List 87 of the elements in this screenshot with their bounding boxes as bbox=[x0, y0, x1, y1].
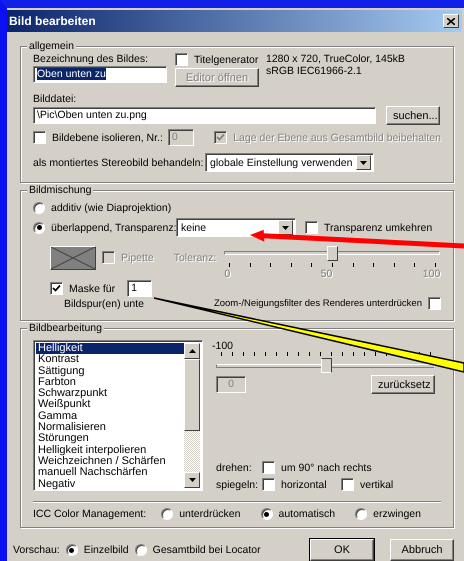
radio-label: überlappend, Transparenz: bbox=[51, 222, 177, 234]
blend-mode-radio[interactable] bbox=[33, 202, 45, 214]
radio-label: erzwingen bbox=[373, 508, 421, 520]
image-info-text: sRGB IEC61966-2.1 bbox=[266, 65, 363, 77]
checkbox-label: Bildebene isolieren, Nr.: bbox=[52, 132, 163, 144]
checkmark-icon bbox=[216, 133, 226, 142]
slider-track[interactable] bbox=[224, 246, 440, 261]
list-item[interactable]: Helligkeit interpolieren bbox=[36, 444, 184, 456]
group-label: allgemein bbox=[27, 40, 76, 52]
radio-label: Gesamtbild bei Locator bbox=[152, 544, 261, 556]
list-item[interactable]: Farbton bbox=[36, 376, 184, 388]
checkmark-icon bbox=[52, 284, 61, 293]
checkbox-label: um 90° nach rechts bbox=[281, 462, 372, 474]
radio-label: additiv (wie Diaprojektion) bbox=[51, 202, 172, 214]
radio-label: automatisch bbox=[278, 508, 336, 520]
mirror-checkbox[interactable] bbox=[262, 478, 275, 491]
window-title: Bild bearbeiten bbox=[9, 15, 96, 27]
invert-transparency-checkbox[interactable] bbox=[305, 221, 318, 234]
close-icon bbox=[447, 18, 455, 24]
dialog-button[interactable]: Abbruch bbox=[390, 539, 454, 561]
radio-label: unterdrücken bbox=[179, 508, 240, 520]
checkbox-label: vertikal bbox=[360, 478, 394, 490]
list-item[interactable]: Gamma bbox=[36, 410, 184, 422]
close-button[interactable] bbox=[443, 14, 459, 28]
list-item[interactable]: Normalisieren bbox=[36, 422, 184, 434]
field-label: ICC Color Management: bbox=[33, 508, 148, 520]
checkbox-label: Maske für bbox=[69, 282, 116, 294]
mask-checkbox[interactable] bbox=[50, 282, 63, 295]
dropdown-arrow-icon bbox=[282, 226, 289, 230]
reset-button[interactable]: zurücksetz bbox=[371, 375, 435, 394]
list-item[interactable]: Schwarzpunkt bbox=[36, 388, 184, 400]
rotate-checkbox[interactable] bbox=[262, 461, 275, 474]
mirror-checkbox[interactable] bbox=[341, 478, 354, 491]
group-label: Bildbearbeitung bbox=[27, 322, 104, 334]
field-label: Bilddatei: bbox=[33, 93, 78, 105]
icc-radio[interactable] bbox=[355, 508, 368, 520]
checkbox-label: Titelgenerator bbox=[194, 54, 258, 66]
list-item[interactable]: Weichzeichnen / Schärfen bbox=[36, 456, 184, 468]
image-info-text: 1280 x 720, TrueColor, 145kB bbox=[266, 53, 405, 65]
checkbox-label: Transparenz umkehren bbox=[324, 222, 432, 234]
scrollbar[interactable] bbox=[184, 343, 200, 488]
zoom-filter-checkbox[interactable] bbox=[428, 297, 441, 310]
preview-radio[interactable] bbox=[134, 544, 147, 556]
slider-track[interactable] bbox=[216, 358, 435, 373]
browse-button[interactable]: suchen... bbox=[386, 106, 440, 125]
field-label: als montiertes Stereobild behandeln: bbox=[33, 156, 204, 168]
checkbox-label: Pipette bbox=[121, 252, 154, 264]
adjustment-list[interactable]: Helligkeit Kontrast Sättigung Farbton Schwarzpunkt Weißpunkt Gamma Normalisieren Störungen Helligkeit interpolieren Weichzeichnen / Schärfen manuell Nachschärfen Negativ bbox=[33, 340, 203, 491]
isolate-layer-checkbox[interactable] bbox=[33, 131, 46, 144]
list-item[interactable]: Weißpunkt bbox=[36, 399, 184, 411]
checkbox-label: Zoom-/Neigungsfilter des Renderes unterdrücken bbox=[214, 298, 422, 310]
stereo-dropdown[interactable]: globale Einstellung verwenden bbox=[205, 153, 374, 172]
titelgenerator-checkbox[interactable] bbox=[175, 53, 188, 66]
blend-mode-radio[interactable] bbox=[33, 222, 45, 234]
list-item[interactable]: manuell Nachschärfen bbox=[36, 467, 184, 479]
slider-min-label: -100 bbox=[212, 340, 234, 352]
field-label: drehen: bbox=[216, 462, 253, 474]
slider-thumb[interactable] bbox=[320, 358, 332, 373]
group-label: Bildmischung bbox=[27, 184, 94, 196]
list-item[interactable]: Sättigung bbox=[36, 366, 184, 377]
field-label: Vorschau: bbox=[13, 544, 60, 556]
list-item[interactable]: Kontrast bbox=[36, 354, 184, 366]
field-label: Toleranz: bbox=[174, 252, 216, 264]
dropdown-arrow-icon bbox=[360, 160, 367, 164]
icc-radio[interactable] bbox=[161, 508, 174, 520]
file-path-field[interactable]: \Pic\Oben unten zu.png bbox=[33, 107, 376, 124]
up-arrow-icon bbox=[188, 349, 196, 353]
name-field[interactable]: Oben unten zu bbox=[33, 66, 167, 83]
transparency-dropdown[interactable]: keine bbox=[176, 218, 296, 237]
mask-track-field[interactable]: 1 bbox=[127, 280, 152, 297]
list-item[interactable]: Störungen bbox=[36, 433, 184, 445]
color-swatch[interactable] bbox=[50, 246, 96, 270]
field-label: spiegeln: bbox=[216, 478, 260, 490]
field-label: Bezeichnung des Bildes: bbox=[33, 53, 149, 65]
tick-label: 100 bbox=[422, 268, 440, 280]
tick-label: 0 bbox=[224, 268, 230, 280]
radio-label: Einzelbild bbox=[84, 544, 129, 556]
down-arrow-icon bbox=[188, 478, 196, 482]
checkbox-label: Lage der Ebene aus Gesamtbild beibehalten bbox=[233, 132, 441, 144]
checkbox-label: horizontal bbox=[281, 478, 327, 490]
list-item[interactable]: Helligkeit bbox=[36, 343, 184, 354]
field-label: Bildspur(en) unte bbox=[64, 298, 144, 310]
list-item[interactable]: Negativ bbox=[36, 478, 184, 490]
icc-radio[interactable] bbox=[260, 508, 272, 520]
tick-label: 50 bbox=[320, 268, 332, 280]
preview-radio[interactable] bbox=[66, 544, 78, 556]
dialog-button[interactable]: OK bbox=[310, 539, 374, 561]
